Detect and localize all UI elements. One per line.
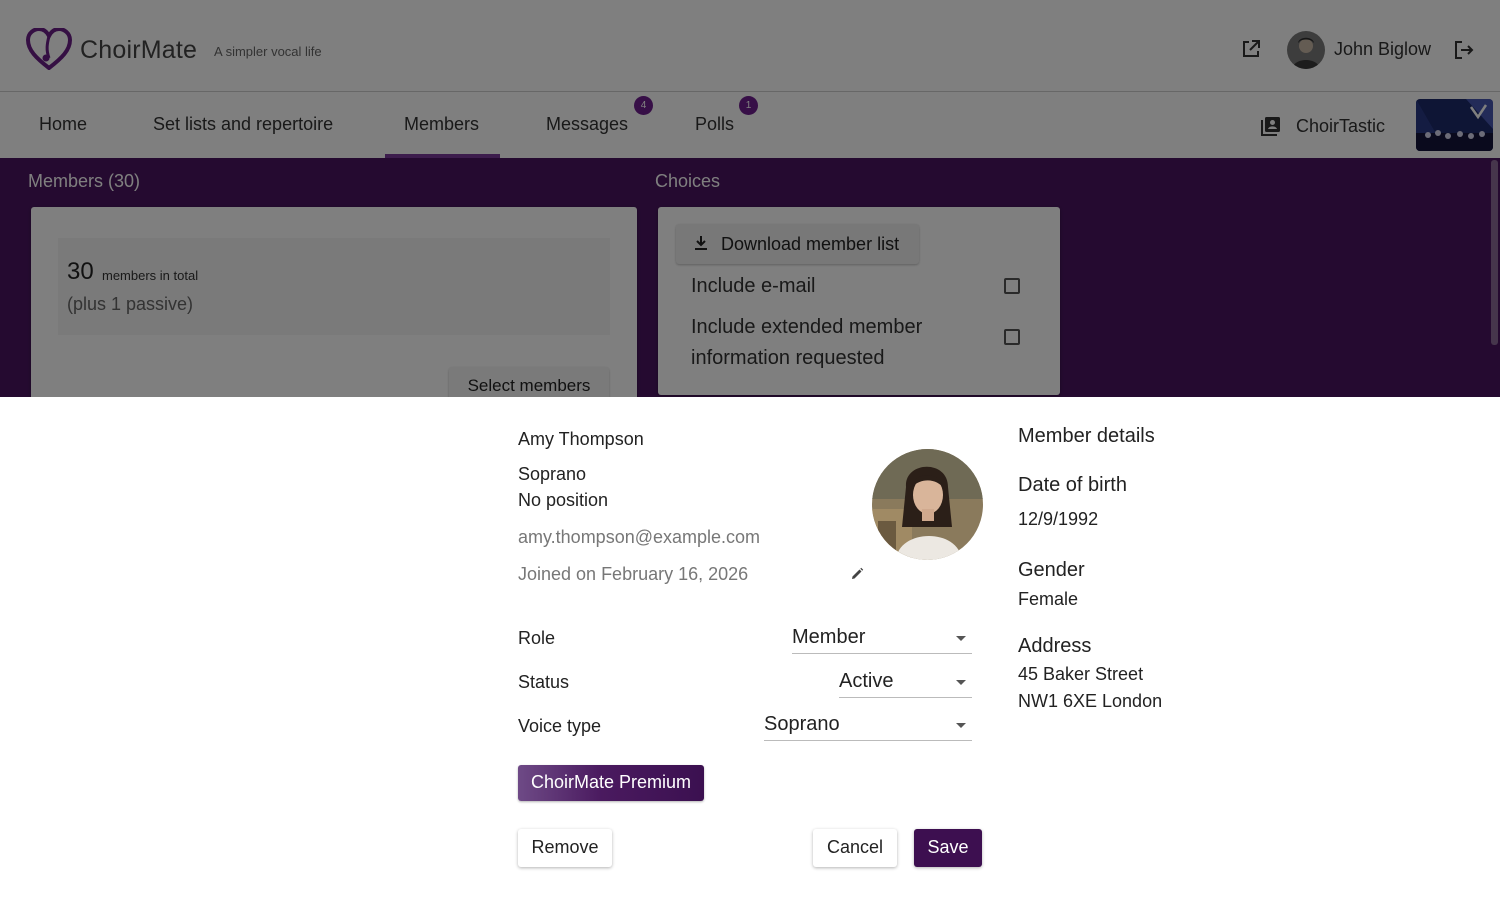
page-scrollbar[interactable]: [1491, 160, 1498, 345]
status-label: Status: [518, 672, 570, 692]
include-extended-label: Include extended member information requ…: [691, 316, 923, 369]
nav-messages[interactable]: Messages: [546, 114, 628, 135]
member-count-label: members in total: [102, 268, 199, 283]
logout-icon[interactable]: [1452, 38, 1476, 62]
nav-home[interactable]: Home: [39, 114, 87, 135]
brand-name: ChoirMate: [80, 36, 198, 64]
passive-count: (plus 1 passive): [67, 294, 194, 314]
choir-library-icon[interactable]: [1260, 115, 1282, 137]
include-email-label: Include e-mail: [691, 275, 816, 297]
role-dropdown-arrow-icon: [956, 636, 966, 641]
tagline: A simpler vocal life: [214, 44, 322, 59]
address-label: Address: [1018, 635, 1092, 657]
include-extended-checkbox[interactable]: [1004, 329, 1020, 345]
user-name[interactable]: John Biglow: [1334, 39, 1431, 60]
main-nav: Home Set lists and repertoire Members Me…: [0, 93, 1500, 158]
polls-badge: 1: [739, 96, 758, 115]
member-count-box: 30 members in total (plus 1 passive): [58, 238, 610, 335]
status-dropdown-arrow-icon: [956, 680, 966, 685]
choir-image[interactable]: [1416, 99, 1493, 151]
choirmate-logo-icon[interactable]: [26, 28, 72, 70]
save-button[interactable]: Save: [914, 829, 982, 867]
remove-button[interactable]: Remove: [518, 829, 612, 867]
external-link-icon[interactable]: [1240, 38, 1262, 60]
member-position: No position: [518, 490, 609, 510]
member-name: Amy Thompson: [518, 429, 644, 449]
nav-members[interactable]: Members: [404, 114, 479, 135]
user-avatar[interactable]: [1287, 31, 1325, 69]
download-label: Download member list: [721, 234, 900, 254]
role-dropdown[interactable]: Member: [792, 624, 972, 654]
role-value: Member: [792, 626, 866, 648]
voice-type-dropdown-arrow-icon: [956, 723, 966, 728]
members-summary-card: 30 members in total (plus 1 passive) Sel…: [31, 207, 637, 397]
member-details-title: Member details: [1018, 425, 1155, 447]
cancel-button[interactable]: Cancel: [813, 829, 897, 867]
member-joined-date: Joined on February 16, 2026: [518, 564, 749, 584]
download-member-list-button[interactable]: Download member list: [676, 224, 919, 264]
dob-label: Date of birth: [1018, 474, 1127, 496]
select-members-button[interactable]: Select members: [449, 367, 609, 397]
role-label: Role: [518, 628, 556, 648]
member-photo: [872, 449, 983, 560]
background-app: ChoirMate A simpler vocal life John Bigl…: [0, 0, 1500, 397]
member-voice: Soprano: [518, 464, 587, 484]
members-section-title: Members (30): [28, 171, 141, 191]
choices-card: Download member list Include e-mail Incl…: [658, 207, 1060, 395]
top-bar: ChoirMate A simpler vocal life John Bigl…: [0, 0, 1500, 92]
address-line-2: NW1 6XE London: [1018, 691, 1163, 711]
voice-type-dropdown[interactable]: Soprano: [764, 711, 972, 741]
choices-section-title: Choices: [655, 171, 721, 191]
nav-set-lists[interactable]: Set lists and repertoire: [153, 114, 333, 135]
choir-name[interactable]: ChoirTastic: [1296, 116, 1385, 137]
choirmate-premium-button[interactable]: ChoirMate Premium: [518, 765, 704, 801]
member-email: amy.thompson@example.com: [518, 527, 761, 547]
voice-type-value: Soprano: [764, 713, 840, 735]
messages-badge: 4: [634, 96, 653, 115]
members-page-content: Members (30) Choices 30 members in total…: [0, 158, 1500, 397]
nav-polls[interactable]: Polls: [695, 114, 734, 135]
download-icon: [695, 236, 707, 250]
gender-value: Female: [1018, 589, 1079, 609]
address-line-1: 45 Baker Street: [1018, 664, 1144, 684]
voice-type-label: Voice type: [518, 716, 602, 736]
member-edit-sheet: Amy Thompson Soprano No position amy.tho…: [0, 397, 1500, 909]
dob-value: 12/9/1992: [1018, 509, 1099, 529]
status-dropdown[interactable]: Active: [839, 668, 972, 698]
status-value: Active: [839, 670, 894, 692]
member-count: 30: [67, 258, 94, 285]
edit-pencil-icon[interactable]: [849, 566, 865, 582]
include-email-checkbox[interactable]: [1004, 278, 1020, 294]
gender-label: Gender: [1018, 559, 1085, 581]
